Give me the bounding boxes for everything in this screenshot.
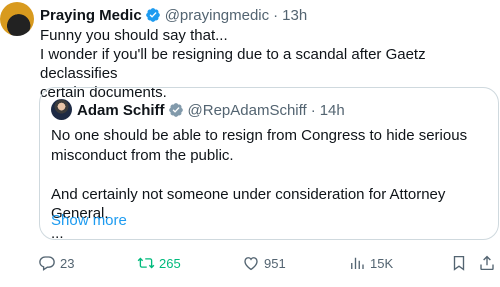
share-button[interactable] (478, 252, 496, 274)
quoted-author-handle: @RepAdamSchiff (187, 101, 307, 119)
tweet-text-line: I wonder if you'll be resigning due to a… (40, 46, 426, 82)
like-count: 951 (264, 255, 286, 271)
quoted-author-name: Adam Schiff (77, 101, 165, 119)
author-avatar[interactable] (0, 2, 34, 36)
reply-icon (39, 256, 55, 271)
quoted-tweet-header: Adam Schiff @RepAdamSchiff · 14h (77, 100, 345, 120)
show-more-link[interactable]: Show more (51, 212, 127, 229)
reply-count: 23 (60, 255, 75, 271)
author-name[interactable]: Praying Medic (40, 7, 142, 24)
share-icon (480, 255, 494, 271)
retweet-icon (137, 257, 155, 269)
quoted-header-separator: · (310, 101, 316, 119)
views-count: 15K (370, 255, 394, 271)
quoted-text-line: misconduct from the public. (51, 146, 234, 164)
views-button[interactable]: 15K (348, 252, 393, 274)
quoted-text-line: No one should be able to resign from Con… (51, 127, 468, 144)
like-button[interactable]: 951 (242, 252, 286, 274)
action-bar: 23 265 951 15K (38, 252, 500, 274)
retweet-button[interactable]: 265 (137, 252, 181, 274)
tweet-header: Praying Medic @prayingmedic · 13h (40, 5, 307, 25)
author-handle[interactable]: @prayingmedic (165, 7, 269, 24)
header-separator: · (273, 6, 279, 24)
verified-badge-icon (145, 8, 160, 22)
reply-button[interactable]: 23 (38, 252, 74, 274)
quoted-tweet-timestamp: 14h (319, 101, 345, 119)
quoted-tweet[interactable]: Adam Schiff @RepAdamSchiff · 14h No one … (39, 87, 499, 242)
like-icon (244, 257, 258, 271)
tweet-timestamp[interactable]: 13h (282, 7, 307, 24)
verified-badge-icon (168, 103, 183, 117)
bookmark-button[interactable] (450, 252, 468, 274)
views-icon (351, 257, 364, 269)
bookmark-icon (453, 255, 465, 271)
tweet-text-line: Funny you should say that... (40, 27, 228, 44)
retweet-count: 265 (159, 255, 181, 271)
tweet[interactable]: Praying Medic @prayingmedic · 13h Funny … (0, 0, 500, 287)
quoted-paragraph: No one should be able to resign from Con… (51, 126, 491, 165)
quoted-author-avatar (51, 99, 72, 120)
